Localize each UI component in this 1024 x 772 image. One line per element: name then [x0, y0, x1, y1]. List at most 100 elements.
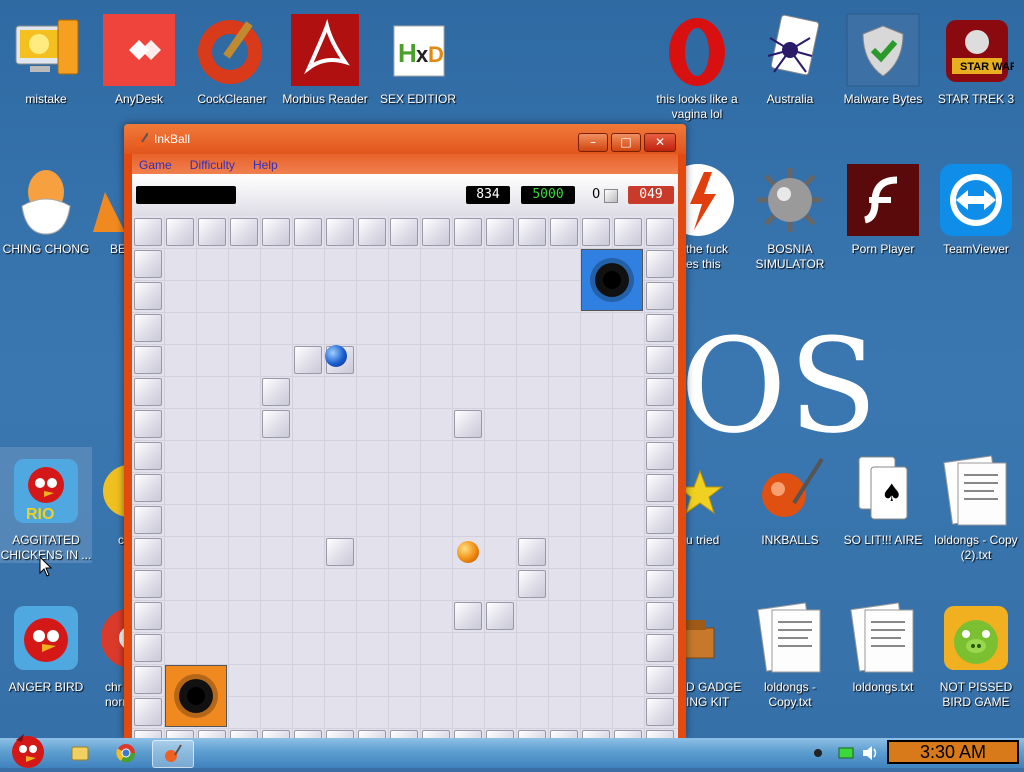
- text-file-icon: [845, 600, 921, 676]
- desktop-icon-ching-chong[interactable]: CHING CHONG: [0, 156, 92, 296]
- ccleaner-icon: [194, 12, 270, 88]
- desktop-icon-star-trek-3[interactable]: STAR WARS STAR TREK 3: [930, 6, 1024, 146]
- wall-tile: [646, 698, 674, 726]
- chrome-taskbar-icon[interactable]: [110, 741, 142, 765]
- wall-tile: [134, 698, 162, 726]
- shield-icon: [845, 12, 921, 88]
- wall-tile: [454, 218, 482, 246]
- inkball-taskbar-button[interactable]: [152, 740, 194, 768]
- desktop-icon-label: loldongs.txt: [852, 680, 914, 694]
- wall-tile: [166, 218, 194, 246]
- wall-tile: [134, 474, 162, 502]
- desktop-icon-not-pissed-bird-game[interactable]: NOT PISSED BIRD GAME: [930, 594, 1022, 734]
- desktop-icon-gadget-kit[interactable]: D GADGET ING KIT: [686, 594, 742, 734]
- wall-tile: [422, 730, 450, 738]
- desktop-icon-label: chr norm: [105, 680, 125, 709]
- desktop-icon-loldongs-copy-2[interactable]: loldongs - Copy (2).txt: [930, 447, 1022, 587]
- menu-help[interactable]: Help: [253, 155, 278, 175]
- wall-tile: [390, 730, 418, 738]
- minimize-button[interactable]: –: [578, 133, 608, 152]
- grid-line: [132, 568, 678, 569]
- wall-tile: [230, 730, 258, 738]
- svg-text:STAR WARS: STAR WARS: [960, 61, 1014, 73]
- desktop-icon-u-tried[interactable]: u tried: [686, 447, 736, 587]
- tray-record-icon[interactable]: [808, 741, 828, 765]
- inkball-icon: [752, 453, 828, 529]
- desktop-icon-porn-player[interactable]: Porn Player: [837, 156, 929, 296]
- taskbar-clock[interactable]: 3:30 AM: [887, 740, 1019, 764]
- close-button[interactable]: ✕: [644, 133, 676, 152]
- desktop-icon-label: SEX EDITIOR: [379, 92, 456, 106]
- desktop-icon-label: TeamViewer: [943, 242, 1009, 256]
- desktop-icon-anger-bird[interactable]: ANGER BIRD: [0, 594, 92, 734]
- desktop-icon-so-lit-aire[interactable]: ♠ SO LIT!!! AIRE: [837, 447, 929, 587]
- wall-tile: [646, 538, 674, 566]
- wall-tile: [646, 506, 674, 534]
- yellow-circle-icon: [93, 453, 125, 529]
- desktop-icon-label: NOT PISSED BIRD GAME: [939, 680, 1013, 709]
- desktop-icon-chrome[interactable]: chr norm: [93, 594, 125, 734]
- wall-tile: [294, 730, 322, 738]
- taskbar: [0, 734, 1024, 768]
- maximize-button[interactable]: □: [611, 133, 641, 152]
- wall-tile: [614, 218, 642, 246]
- game-board[interactable]: [132, 216, 678, 738]
- desktop-icon-label: loldongs - Copy (2).txt: [934, 533, 1018, 562]
- wall-tile: [134, 730, 162, 738]
- desktop-icon-australia[interactable]: Australia: [744, 6, 836, 146]
- wall-tile: [550, 218, 578, 246]
- desktop-watermark: OS: [680, 310, 880, 462]
- desktop-icon-the-fuck[interactable]: the fuck es this: [686, 156, 736, 296]
- cone-icon: [93, 162, 125, 238]
- menu-difficulty[interactable]: Difficulty: [190, 155, 235, 175]
- desktop-icon-label: u tried: [686, 533, 720, 547]
- volume-tray-icon[interactable]: [860, 741, 882, 765]
- grid-line: [132, 728, 678, 729]
- title-bar[interactable]: InkBall – □ ✕: [124, 124, 686, 154]
- grid-line: [228, 216, 229, 738]
- grid-line: [132, 632, 678, 633]
- desktop-icon-label: CockCleaner: [197, 92, 267, 106]
- angry-bird-icon: [8, 600, 84, 676]
- wall-tile: [646, 474, 674, 502]
- mine-icon: [752, 162, 828, 238]
- desktop-icon-be[interactable]: BE: [93, 156, 125, 296]
- desktop-icon-teamviewer[interactable]: TeamViewer: [930, 156, 1022, 296]
- grid-line: [132, 472, 678, 473]
- wall-tile: [454, 730, 482, 738]
- lost-balls-count: 0: [592, 187, 601, 202]
- desktop-icon-bosnia-simulator[interactable]: BOSNIA SIMULATOR: [744, 156, 836, 296]
- desktop-icon-loldongs[interactable]: loldongs.txt: [837, 594, 929, 734]
- desktop-icon-loldongs-copy[interactable]: loldongs - Copy.txt: [744, 594, 836, 734]
- svg-text:D: D: [428, 42, 444, 67]
- grid-line: [260, 216, 261, 738]
- menu-game[interactable]: Game: [139, 155, 172, 175]
- desktop-icon-aggitated-chickens[interactable]: RIO AGGITATED CHICKENS IN ...: [0, 447, 92, 563]
- text-file-icon: [752, 600, 828, 676]
- wall-tile: [134, 666, 162, 694]
- desktop-icon-label: Australia: [766, 92, 814, 106]
- grid-line: [324, 216, 325, 738]
- wall-tile: [390, 218, 418, 246]
- wall-tile: [646, 602, 674, 630]
- grid-line: [132, 312, 678, 313]
- score-bar: 834 5000 0 049: [132, 174, 678, 216]
- flash-player-icon: [845, 162, 921, 238]
- wall-tile: [646, 378, 674, 406]
- start-button[interactable]: [4, 730, 48, 768]
- teamviewer-icon: [938, 162, 1014, 238]
- desktop-icon-label: STAR TREK 3: [937, 92, 1015, 106]
- network-tray-icon[interactable]: [836, 741, 856, 765]
- menu-bar: Game Difficulty Help: [132, 154, 678, 174]
- desktop-icon-malware-bytes[interactable]: Malware Bytes: [837, 6, 929, 146]
- solitaire-icon: ♠: [845, 453, 921, 529]
- desktop-icon-c[interactable]: c: [93, 447, 125, 587]
- wall-tile: [486, 730, 514, 738]
- wall-tile: [486, 218, 514, 246]
- wall-tile: [550, 730, 578, 738]
- explorer-taskbar-icon[interactable]: [64, 741, 96, 765]
- desktop-icon-mistake[interactable]: mistake: [0, 6, 92, 146]
- desktop-icon-inkballs[interactable]: INKBALLS: [744, 447, 836, 587]
- wall-tile: [198, 218, 226, 246]
- pig-icon: [938, 600, 1014, 676]
